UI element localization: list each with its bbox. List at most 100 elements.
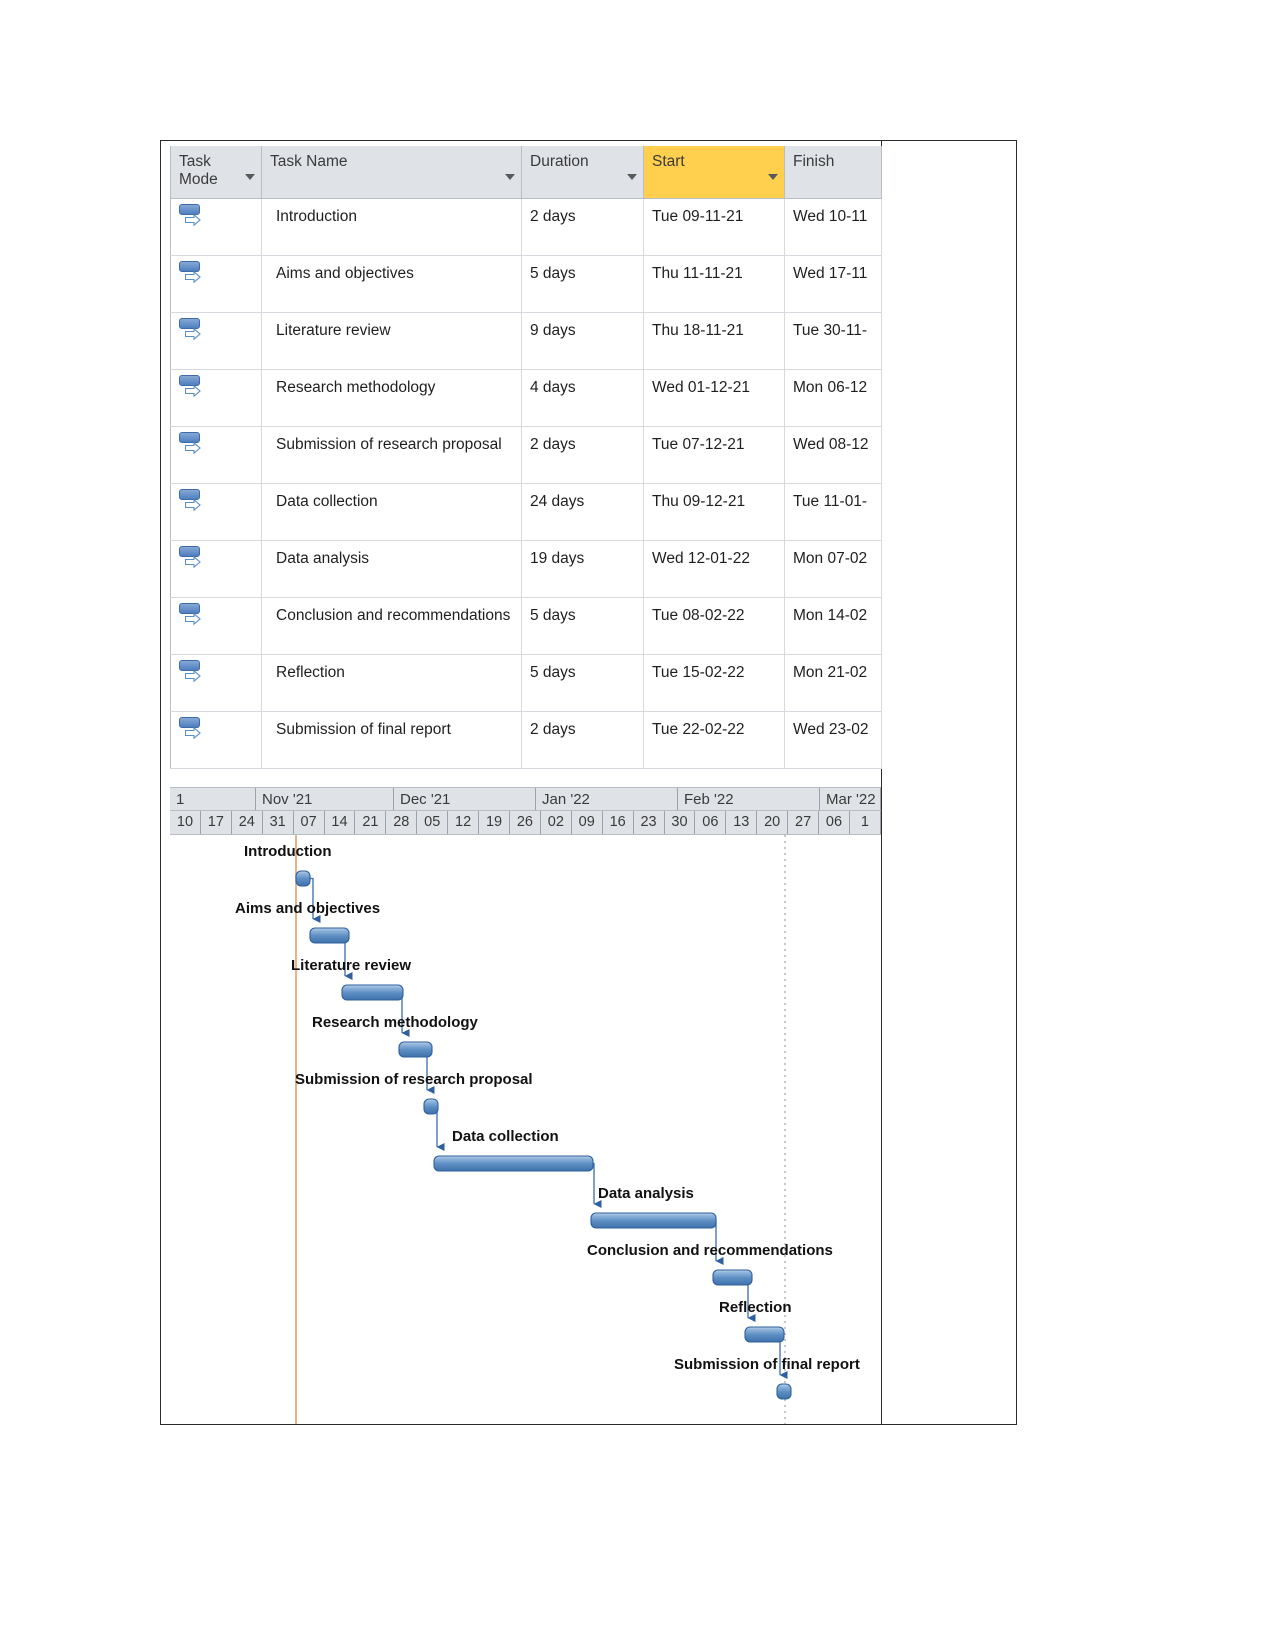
duration-cell[interactable]: 5 days [521,653,644,712]
finish-date-cell[interactable]: Mon 06-12 [784,368,882,427]
start-date-cell[interactable]: Tue 22-02-22 [643,710,785,769]
gantt-bar[interactable] [590,1212,717,1229]
task-mode-cell[interactable] [170,482,262,541]
finish-date-cell[interactable]: Wed 17-11 [784,254,882,313]
duration-cell[interactable]: 9 days [521,311,644,370]
gantt-bar-label: Data collection [452,1128,559,1145]
gantt-bar[interactable] [744,1326,785,1343]
task-mode-cell[interactable] [170,425,262,484]
timeline-day-cell: 24 [232,811,263,834]
finish-date-cell[interactable]: Mon 07-02 [784,539,882,598]
start-date-cell[interactable]: Wed 12-01-22 [643,539,785,598]
gantt-bar[interactable] [398,1041,433,1058]
start-date-cell[interactable]: Tue 15-02-22 [643,653,785,712]
finish-date-cell[interactable]: Wed 23-02 [784,710,882,769]
task-name-cell[interactable]: Introduction [261,197,522,256]
duration-cell[interactable]: 2 days [521,425,644,484]
duration-cell[interactable]: 19 days [521,539,644,598]
task-mode-cell[interactable] [170,653,262,712]
timeline-day-cell: 06 [819,811,850,834]
task-mode-cell[interactable] [170,254,262,313]
column-header-duration[interactable]: Duration [521,146,644,199]
auto-schedule-icon [177,431,207,461]
column-header-task-mode[interactable]: Task Mode [170,146,262,199]
gantt-bar-label: Data analysis [598,1185,694,1202]
table-row[interactable]: Reflection 5 days Tue 15-02-22 Mon 21-02 [170,653,882,712]
gantt-bar[interactable] [712,1269,753,1286]
finish-date-cell[interactable]: Mon 14-02 [784,596,882,655]
timeline-day-cell: 30 [665,811,696,834]
gantt-bar[interactable] [341,984,404,1001]
table-row[interactable]: Literature review 9 days Thu 18-11-21 Tue 3… [170,311,882,370]
timeline-day-cell: 21 [355,811,387,834]
task-name-cell[interactable]: Data collection [261,482,522,541]
gantt-bar[interactable] [423,1098,439,1115]
finish-date-cell[interactable]: Mon 21-02 [784,653,882,712]
finish-date-cell[interactable]: Wed 08-12 [784,425,882,484]
task-name-cell[interactable]: Reflection [261,653,522,712]
duration-cell[interactable]: 2 days [521,710,644,769]
task-name-cell[interactable]: Research methodology [261,368,522,427]
start-date-cell[interactable]: Thu 09-12-21 [643,482,785,541]
timeline-month-cell: Nov '21 [256,788,394,810]
task-mode-cell[interactable] [170,539,262,598]
table-row[interactable]: Submission of research proposal 2 days Tue… [170,425,882,484]
table-row[interactable]: Submission of final report 2 days Tue 22-0… [170,710,882,769]
auto-schedule-icon [177,488,207,518]
finish-date-cell[interactable]: Tue 11-01- [784,482,882,541]
table-row[interactable]: Conclusion and recommendations 5 days Tue … [170,596,882,655]
start-date-cell[interactable]: Tue 08-02-22 [643,596,785,655]
duration-cell[interactable]: 24 days [521,482,644,541]
gantt-bar[interactable] [433,1155,594,1172]
filter-dropdown-icon[interactable] [505,174,515,180]
task-name-cell[interactable]: Data analysis [261,539,522,598]
gantt-bar[interactable] [295,870,311,887]
filter-dropdown-icon[interactable] [245,174,255,180]
timeline-day-cell: 16 [603,811,634,834]
duration-cell[interactable]: 4 days [521,368,644,427]
column-header-start[interactable]: Start [643,146,785,199]
task-mode-cell[interactable] [170,311,262,370]
gantt-timeline-header: 1 Nov '21 Dec '21 Jan '22 Feb '22 Mar '22 10 1… [170,787,881,835]
table-row[interactable]: Research methodology 4 days Wed 01-12-21 Mo… [170,368,882,427]
gantt-bar-label: Research methodology [312,1014,478,1031]
filter-dropdown-icon[interactable] [768,174,778,180]
task-name-cell[interactable]: Conclusion and recommendations [261,596,522,655]
duration-cell[interactable]: 5 days [521,254,644,313]
finish-date-cell[interactable]: Wed 10-11 [784,197,882,256]
timeline-month-cell: Feb '22 [678,788,820,810]
gantt-bar[interactable] [776,1383,792,1400]
duration-cell[interactable]: 2 days [521,197,644,256]
task-mode-cell[interactable] [170,368,262,427]
timeline-day-cell: 06 [695,811,727,834]
column-header-task-name[interactable]: Task Name [261,146,522,199]
table-row[interactable]: Introduction 2 days Tue 09-11-21 Wed 10-11 [170,197,882,256]
start-date-cell[interactable]: Tue 09-11-21 [643,197,785,256]
start-date-cell[interactable]: Thu 11-11-21 [643,254,785,313]
gantt-bar[interactable] [309,927,350,944]
table-row[interactable]: Aims and objectives 5 days Thu 11-11-21 Wed… [170,254,882,313]
finish-date-cell[interactable]: Tue 30-11- [784,311,882,370]
timeline-day-cell: 17 [201,811,232,834]
table-row[interactable]: Data collection 24 days Thu 09-12-21 Tue 11… [170,482,882,541]
start-date-cell[interactable]: Thu 18-11-21 [643,311,785,370]
gantt-bar-label: Submission of research proposal [295,1071,533,1088]
table-row[interactable]: Data analysis 19 days Wed 12-01-22 Mon 07-0… [170,539,882,598]
start-date-cell[interactable]: Wed 01-12-21 [643,368,785,427]
filter-dropdown-icon[interactable] [627,174,637,180]
task-name-cell[interactable]: Aims and objectives [261,254,522,313]
start-date-cell[interactable]: Tue 07-12-21 [643,425,785,484]
task-mode-cell[interactable] [170,197,262,256]
task-mode-cell[interactable] [170,596,262,655]
timeline-day-cell: 31 [263,811,294,834]
task-name-cell[interactable]: Submission of research proposal [261,425,522,484]
auto-schedule-icon [177,716,207,746]
timeline-day-cell: 20 [757,811,789,834]
column-header-finish[interactable]: Finish [784,146,882,199]
duration-cell[interactable]: 5 days [521,596,644,655]
task-name-cell[interactable]: Literature review [261,311,522,370]
task-mode-cell[interactable] [170,710,262,769]
task-name-cell[interactable]: Submission of final report [261,710,522,769]
timeline-month-cell: 1 [170,788,256,810]
gantt-chart-area[interactable]: Introduction Aims and objectives Literatur… [170,835,881,1424]
